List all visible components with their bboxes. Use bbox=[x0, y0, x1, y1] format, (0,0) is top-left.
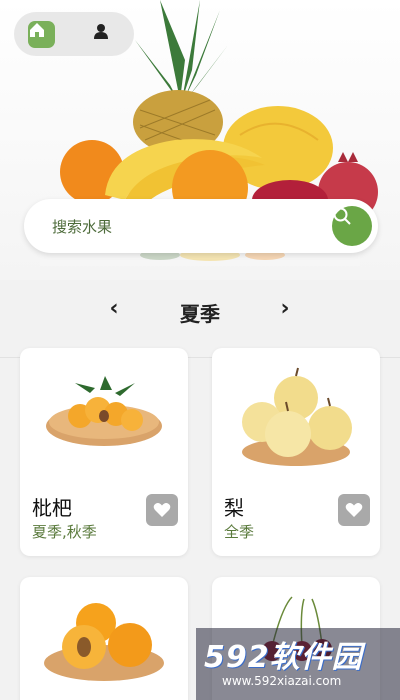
season-selector: ‹ 夏季 › bbox=[0, 290, 400, 334]
search-placeholder: 搜索水果 bbox=[52, 218, 113, 236]
nav-bar bbox=[14, 12, 134, 56]
watermark-logo: 592软件园 www.592xiazai.com bbox=[196, 628, 400, 700]
fruit-season: 夏季,秋季 bbox=[32, 523, 97, 541]
hero-banner: 搜索水果 bbox=[0, 0, 400, 280]
home-icon[interactable] bbox=[28, 21, 55, 48]
user-icon[interactable] bbox=[92, 22, 116, 46]
fruit-season: 全季 bbox=[224, 523, 255, 541]
apricot-image bbox=[44, 603, 164, 681]
prev-season-button[interactable]: ‹ bbox=[99, 296, 129, 321]
loquat-image bbox=[46, 376, 162, 446]
fruit-card-apricot[interactable] bbox=[20, 577, 188, 700]
watermark-logo-text: 592软件园 bbox=[204, 640, 363, 675]
watermark-url: www.592xiazai.com bbox=[222, 674, 342, 688]
heart-icon[interactable] bbox=[146, 494, 178, 526]
search-input[interactable]: 搜索水果 bbox=[24, 199, 378, 253]
pear-image bbox=[242, 367, 352, 466]
heart-icon[interactable] bbox=[338, 494, 370, 526]
fruit-card-pear[interactable]: 梨 全季 bbox=[212, 348, 380, 556]
fruit-name: 枇杷 bbox=[32, 496, 72, 520]
season-title: 夏季 bbox=[180, 302, 220, 326]
next-season-button[interactable]: › bbox=[270, 296, 300, 321]
fruit-name: 梨 bbox=[224, 496, 244, 520]
fruit-card-loquat[interactable]: 枇杷 夏季,秋季 bbox=[20, 348, 188, 556]
search-icon[interactable] bbox=[332, 206, 372, 246]
